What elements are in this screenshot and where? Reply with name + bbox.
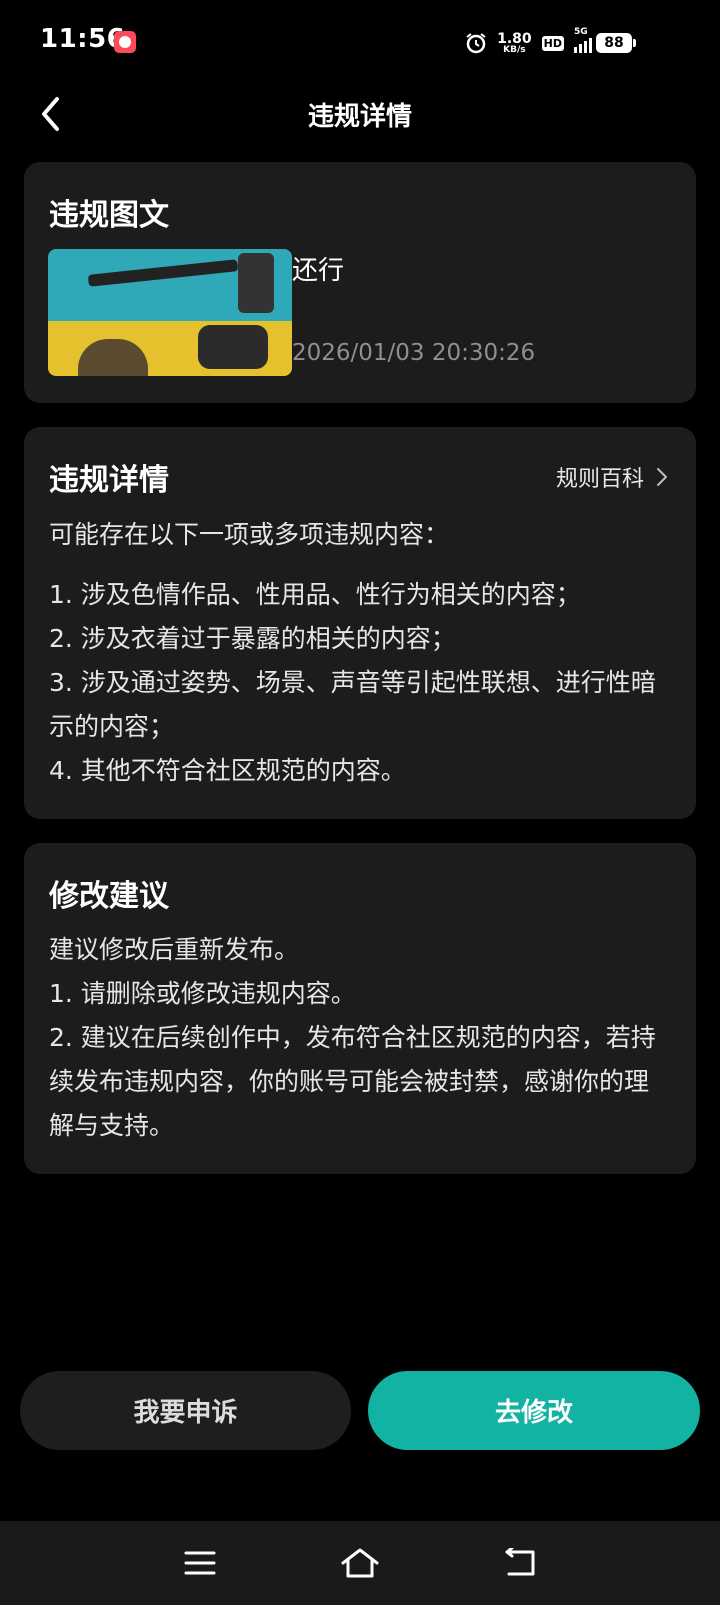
system-nav-bar	[0, 1521, 720, 1605]
rules-wiki-link[interactable]: 规则百科	[556, 461, 668, 493]
suggestion-line: 1. 请删除或修改违规内容。	[49, 979, 356, 1008]
list-item: 1. 涉及色情作品、性用品、性行为相关的内容；	[49, 580, 581, 609]
violation-post-card: 违规图文 还行 2026/01/03 20:30:26	[24, 162, 696, 403]
signal-icon: 5G	[574, 27, 592, 53]
violation-intro: 可能存在以下一项或多项违规内容：	[49, 520, 450, 549]
net-speed-unit: KB/s	[503, 44, 526, 55]
list-item: 3. 涉及通过姿势、场景、声音等引起性联想、进行性暗示的内容；	[49, 668, 656, 741]
network-type: 5G	[574, 27, 588, 37]
rules-wiki-label: 规则百科	[555, 467, 644, 492]
menu-button[interactable]	[178, 1541, 222, 1585]
suggestions-card: 修改建议 建议修改后重新发布。 1. 请删除或修改违规内容。 2. 建议在后续创…	[24, 843, 696, 1174]
net-speed-value: 1.80	[497, 30, 532, 47]
net-speed: 1.80 KB/s	[497, 32, 532, 55]
home-button[interactable]	[338, 1541, 382, 1585]
post-timestamp: 2026/01/03 20:30:26	[292, 340, 536, 366]
status-time: 11:56	[40, 24, 126, 54]
violation-list: 1. 涉及色情作品、性用品、性行为相关的内容； 2. 涉及衣着过于暴露的相关的内…	[49, 573, 670, 793]
thumbnail-top	[48, 249, 292, 321]
thumbnail-bottom	[48, 321, 292, 376]
chevron-right-icon	[657, 468, 667, 486]
app-badge-icon	[114, 31, 136, 53]
violation-details-title: 违规详情	[49, 463, 169, 498]
status-bar: 11:56 1.80 KB/s HD 5G 88	[0, 0, 720, 84]
suggestion-line: 建议修改后重新发布。	[49, 935, 300, 964]
back-nav-button[interactable]	[498, 1541, 542, 1585]
suggestions-title: 修改建议	[49, 879, 169, 914]
hd-icon: HD	[541, 35, 564, 51]
list-item: 2. 涉及衣着过于暴露的相关的内容；	[49, 624, 456, 653]
suggestions-body: 建议修改后重新发布。 1. 请删除或修改违规内容。 2. 建议在后续创作中，发布…	[49, 928, 670, 1148]
violation-post-title: 违规图文	[49, 198, 169, 233]
home-icon	[341, 1548, 379, 1578]
header: 违规详情	[0, 84, 720, 144]
appeal-button[interactable]: 我要申诉	[20, 1371, 351, 1450]
battery-icon: 88	[596, 33, 636, 53]
page-title: 违规详情	[307, 102, 412, 132]
alarm-icon	[466, 33, 486, 54]
menu-icon	[184, 1551, 216, 1575]
back-icon	[505, 1548, 535, 1576]
post-text: 还行	[292, 256, 345, 286]
post-thumbnail[interactable]	[48, 249, 292, 376]
violation-details-card: 违规详情 规则百科 可能存在以下一项或多项违规内容： 1. 涉及色情作品、性用品…	[24, 427, 696, 819]
list-item: 4. 其他不符合社区规范的内容。	[49, 756, 406, 785]
suggestion-line: 2. 建议在后续创作中，发布符合社区规范的内容，若持续发布违规内容，你的账号可能…	[49, 1023, 656, 1140]
modify-button[interactable]: 去修改	[368, 1371, 700, 1450]
